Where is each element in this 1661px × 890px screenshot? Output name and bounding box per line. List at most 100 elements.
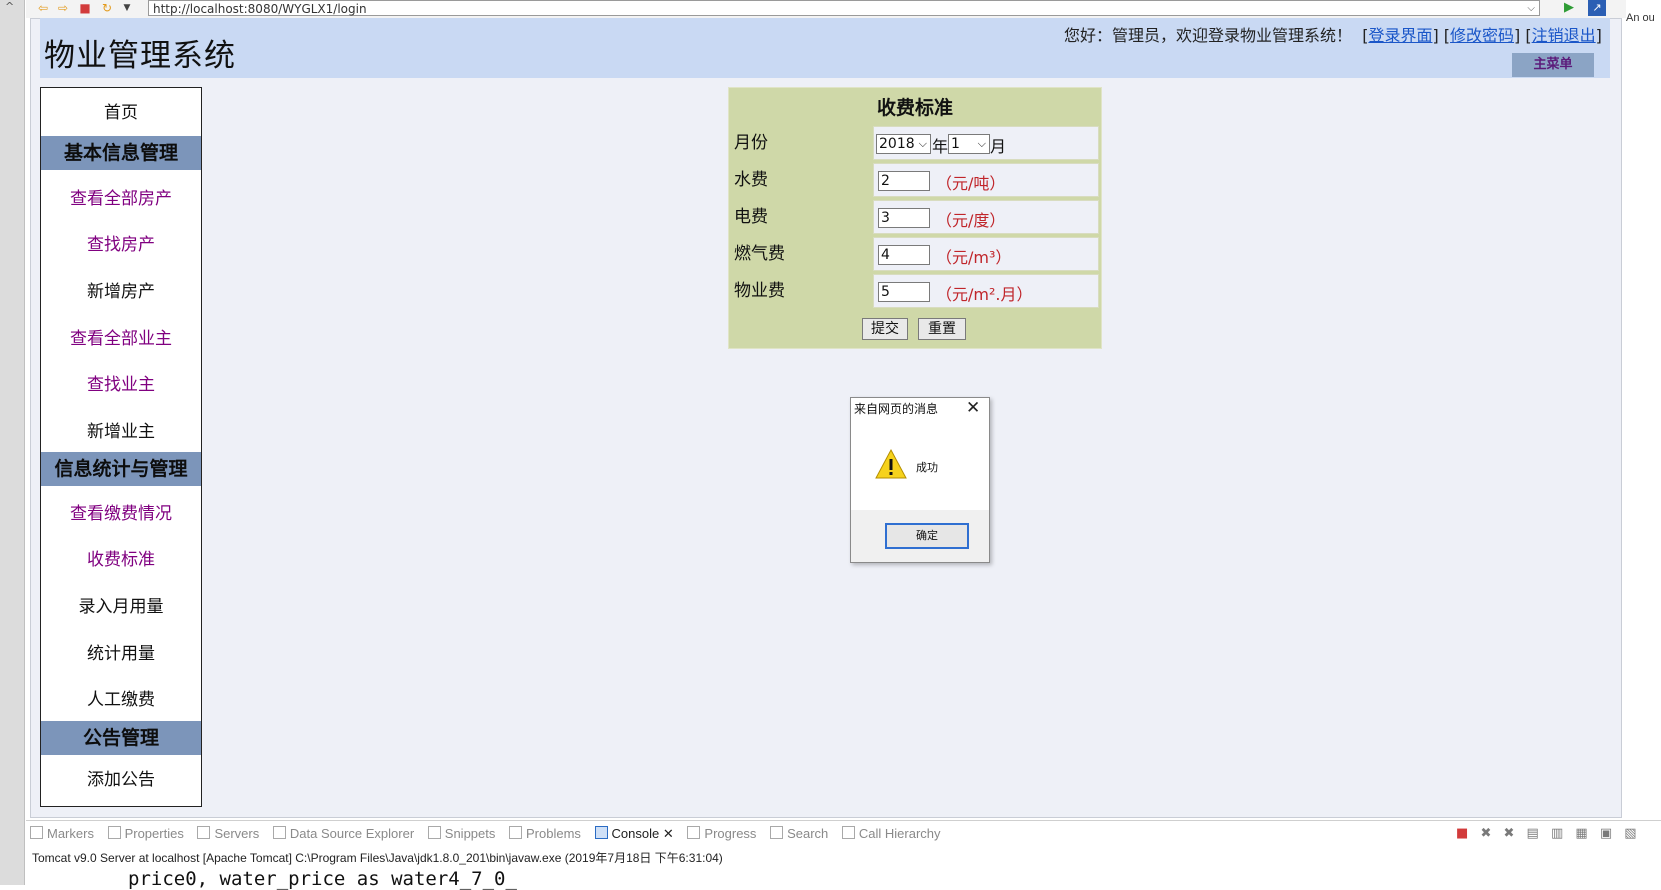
url-input[interactable]: http://localhost:8080/WYGLX1/login ⌵: [148, 0, 1540, 16]
open-external-icon[interactable]: ↗: [1588, 0, 1606, 16]
ok-button[interactable]: 确定: [885, 523, 969, 549]
sidebar-item-find-property[interactable]: 查找房产: [41, 230, 201, 255]
warning-icon: [874, 448, 908, 484]
sidebar-item-all-owners[interactable]: 查看全部业主: [41, 324, 201, 349]
remove-launch-icon[interactable]: ✖: [1480, 826, 1491, 841]
water-fee-label: 水费: [731, 163, 871, 197]
water-fee-unit: （元/吨）: [936, 174, 1006, 193]
scroll-lock-icon[interactable]: ▥: [1551, 826, 1563, 841]
console-toolbar: ■ ✖ ✖ ▤ ▥ ▦ ▣ ▧: [1448, 826, 1637, 841]
console-output: price0, water_price as water4_7_0_: [128, 868, 517, 890]
property-fee-label: 物业费: [731, 274, 871, 308]
progress-icon: [687, 826, 701, 839]
gas-fee-cell: 4 （元/m³）: [873, 237, 1099, 271]
property-fee-unit: （元/m².月）: [936, 285, 1033, 304]
snippets-icon: [427, 826, 441, 839]
chevron-down-icon[interactable]: ▼: [120, 1, 134, 15]
tab-properties[interactable]: Properties: [107, 826, 184, 841]
tab-servers[interactable]: Servers: [197, 826, 259, 841]
close-tab-icon[interactable]: ✕: [663, 826, 674, 841]
reset-button[interactable]: 重置: [918, 318, 966, 340]
main-menu-button[interactable]: 主菜单: [1512, 53, 1594, 77]
electricity-fee-input[interactable]: 3: [878, 208, 930, 228]
sidebar: 首页 基本信息管理 查看全部房产 查找房产 新增房产 查看全部业主 查找业主 新…: [40, 87, 202, 807]
change-password-link[interactable]: 修改密码: [1450, 26, 1514, 45]
year-suffix: 年: [932, 137, 949, 156]
gas-fee-label: 燃气费: [731, 237, 871, 271]
sidebar-item-usage-stats[interactable]: 统计用量: [41, 639, 201, 664]
stop-icon[interactable]: ■: [78, 1, 92, 15]
tab-progress[interactable]: Progress: [687, 826, 756, 841]
refresh-icon[interactable]: ↻: [100, 1, 114, 15]
tab-problems[interactable]: Problems: [509, 826, 581, 841]
tab-search[interactable]: Search: [770, 826, 828, 841]
sidebar-item-add-announcement[interactable]: 添加公告: [41, 765, 201, 790]
month-select[interactable]: 1 ⌵: [948, 134, 990, 154]
database-icon: [272, 826, 286, 839]
tab-data-source-explorer[interactable]: Data Source Explorer: [272, 826, 414, 841]
console-icon: [594, 826, 608, 839]
chevron-down-icon: ⌵: [918, 137, 927, 150]
sidebar-section-basic-info: 基本信息管理: [41, 136, 201, 170]
form-title: 收费标准: [876, 97, 953, 119]
url-text: http://localhost:8080/WYGLX1/login: [153, 2, 367, 16]
tab-call-hierarchy[interactable]: Call Hierarchy: [841, 826, 941, 841]
property-fee-cell: 5 （元/m².月）: [873, 274, 1099, 308]
site-title: 物业管理系统: [44, 38, 236, 74]
sidebar-item-payment-status[interactable]: 查看缴费情况: [41, 499, 201, 524]
welcome-text: 您好：管理员，欢迎登录物业管理系统！: [1064, 26, 1353, 45]
clear-console-icon[interactable]: ▤: [1527, 826, 1539, 841]
sidebar-item-find-owner[interactable]: 查找业主: [41, 370, 201, 395]
login-page-link[interactable]: 登录界面: [1368, 26, 1432, 45]
month-suffix: 月: [990, 137, 1007, 156]
sidebar-item-manual-payment[interactable]: 人工缴费: [41, 685, 201, 710]
collapse-icon[interactable]: ^: [5, 0, 14, 13]
display-console-icon[interactable]: ▧: [1624, 826, 1636, 841]
forward-icon[interactable]: ⇨: [56, 1, 70, 15]
word-wrap-icon[interactable]: ▦: [1575, 826, 1587, 841]
side-note: An ou: [1626, 12, 1655, 24]
water-fee-cell: 2 （元/吨）: [873, 163, 1099, 197]
problems-icon: [509, 826, 522, 839]
gas-fee-input[interactable]: 4: [878, 245, 930, 265]
electricity-fee-cell: 3 （元/度）: [873, 200, 1099, 234]
go-icon[interactable]: ▶: [1564, 0, 1574, 15]
back-icon[interactable]: ⇦: [36, 1, 50, 15]
close-icon[interactable]: ✕: [966, 398, 980, 418]
dialog-message: 成功: [916, 461, 938, 474]
gas-fee-unit: （元/m³）: [936, 248, 1012, 267]
pin-console-icon[interactable]: ▣: [1600, 826, 1612, 841]
electricity-fee-unit: （元/度）: [936, 211, 1006, 230]
sidebar-item-add-property[interactable]: 新增房产: [41, 277, 201, 302]
tab-snippets[interactable]: Snippets: [427, 826, 495, 841]
server-status-line: Tomcat v9.0 Server at localhost [Apache …: [32, 851, 723, 865]
remove-all-icon[interactable]: ✖: [1503, 826, 1514, 841]
submit-button[interactable]: 提交: [862, 318, 908, 340]
month-cell: 2018 ⌵ 年 1 ⌵ 月: [873, 126, 1099, 160]
month-label: 月份: [731, 126, 871, 160]
search-icon: [770, 826, 784, 839]
ide-tab-bar: Markers Properties Servers Data Source E…: [30, 826, 951, 844]
logout-link[interactable]: 注销退出: [1532, 26, 1596, 45]
electricity-fee-label: 电费: [731, 200, 871, 234]
tab-markers[interactable]: Markers: [30, 826, 94, 841]
left-gutter: ^: [0, 0, 25, 885]
welcome-bar: 您好：管理员，欢迎登录物业管理系统！ [登录界面] [修改密码] [注销退出]: [1064, 26, 1602, 45]
year-select[interactable]: 2018 ⌵: [876, 134, 931, 154]
sidebar-item-fee-standard[interactable]: 收费标准: [41, 545, 201, 570]
properties-icon: [107, 826, 121, 839]
sidebar-section-statistics: 信息统计与管理: [41, 452, 201, 486]
url-dropdown-icon[interactable]: ⌵: [1527, 1, 1535, 17]
sidebar-section-announcements: 公告管理: [41, 721, 201, 755]
hierarchy-icon: [841, 826, 855, 839]
sidebar-item-home[interactable]: 首页: [41, 98, 201, 123]
sidebar-item-add-owner[interactable]: 新增业主: [41, 417, 201, 442]
terminate-icon[interactable]: ■: [1456, 826, 1468, 841]
sidebar-item-all-properties[interactable]: 查看全部房产: [41, 184, 201, 209]
tab-console[interactable]: Console ✕: [594, 826, 674, 842]
markers-icon: [30, 826, 43, 839]
sidebar-item-enter-usage[interactable]: 录入月用量: [41, 592, 201, 617]
chevron-down-icon: ⌵: [977, 137, 986, 150]
water-fee-input[interactable]: 2: [878, 171, 930, 191]
property-fee-input[interactable]: 5: [878, 282, 930, 302]
